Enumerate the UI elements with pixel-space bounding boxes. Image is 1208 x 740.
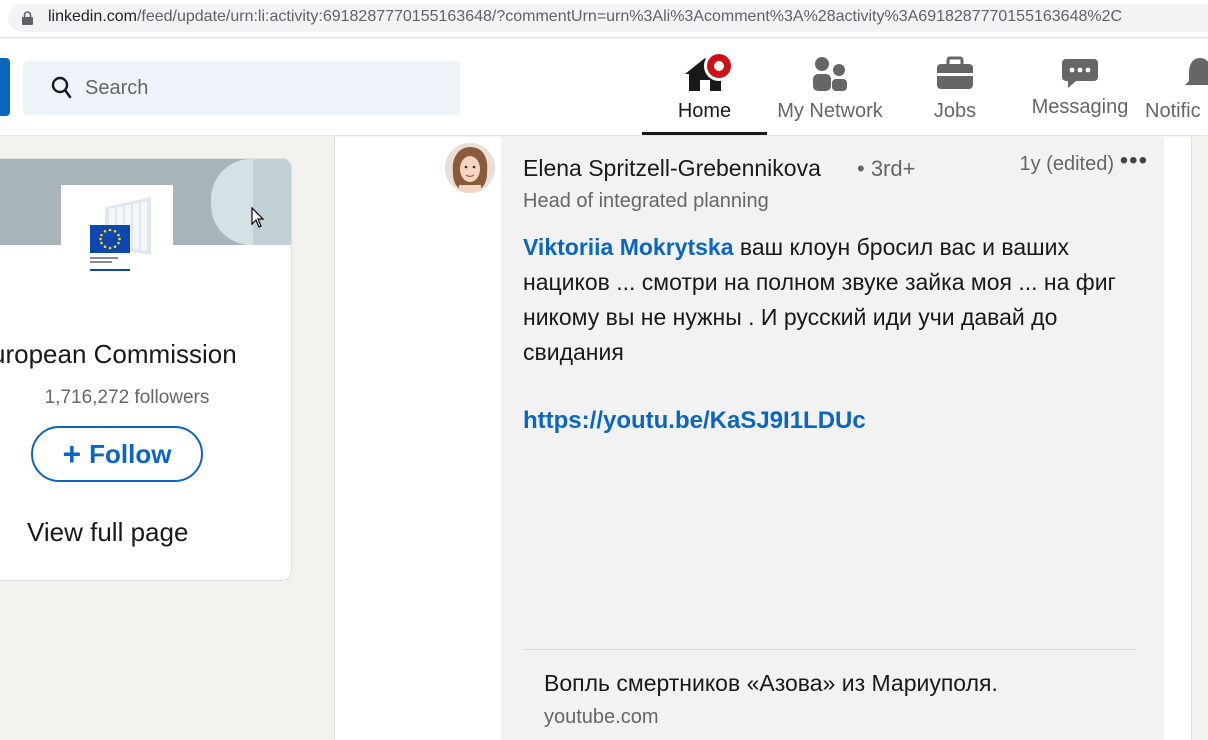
top-navigation: Home My Network Jobs Messaging N <box>0 39 1208 136</box>
follow-button-label: Follow <box>89 438 172 469</box>
follower-count: 1,716,272 followers <box>44 387 210 408</box>
jobs-icon <box>937 56 973 89</box>
comment-timestamp: 1y (edited) <box>1019 153 1115 175</box>
commenter-headline: Head of integrated planning <box>523 190 769 212</box>
commenter-avatar[interactable] <box>445 143 495 193</box>
search-input[interactable] <box>85 73 445 103</box>
plus-icon: + <box>62 436 82 472</box>
nav-notifications-label: Notific <box>1145 100 1201 122</box>
nav-home-label: Home <box>677 100 732 122</box>
organization-name[interactable]: uropean Commission <box>0 339 273 370</box>
nav-notifications[interactable]: Notific <box>1145 49 1208 135</box>
nav-my-network[interactable]: My Network <box>770 49 890 135</box>
nav-jobs[interactable]: Jobs <box>905 49 1005 135</box>
browser-address-bar: linkedin.com/feed/update/urn:li:activity… <box>0 0 1208 38</box>
notification-badge <box>704 51 734 81</box>
search-icon <box>51 76 72 99</box>
connection-degree: • 3rd+ <box>857 156 916 181</box>
search-box[interactable] <box>23 61 460 115</box>
youtube-link[interactable]: https://youtu.be/KaSJ9I1LDUc <box>523 407 866 435</box>
linkedin-logo[interactable] <box>0 58 10 116</box>
link-preview[interactable]: Вопль смертников «Азова» из Мариуполя. y… <box>523 649 1137 740</box>
nav-jobs-label: Jobs <box>933 100 977 122</box>
bell-icon <box>1185 58 1208 85</box>
more-options-icon[interactable]: ••• <box>1120 147 1148 175</box>
preview-title[interactable]: Вопль смертников «Азова» из Мариуполя. <box>544 670 998 697</box>
european-commission-logo[interactable] <box>61 185 173 285</box>
network-icon <box>813 57 847 91</box>
commenter-name[interactable]: Elena Spritzell-Grebennikova <box>523 155 821 182</box>
nav-messaging[interactable]: Messaging <box>1025 49 1135 135</box>
organization-card: uropean Commission 1,716,272 followers +… <box>0 158 292 581</box>
url-text[interactable]: linkedin.com/feed/update/urn:li:activity… <box>48 8 1122 26</box>
messaging-icon <box>1062 59 1098 88</box>
lock-icon <box>22 11 33 25</box>
nav-my-network-label: My Network <box>777 100 883 122</box>
nav-home[interactable]: Home <box>642 49 767 135</box>
view-full-page-link[interactable]: View full page <box>27 517 188 548</box>
mention-link[interactable]: Viktoriia Mokrytska <box>523 234 734 260</box>
comment-text: Viktoriia Mokrytska ваш клоун бросил вас… <box>523 230 1123 370</box>
nav-messaging-label: Messaging <box>1031 96 1129 118</box>
preview-source: youtube.com <box>544 706 659 728</box>
comment-bubble: Elena Spritzell-Grebennikova • 3rd+ 1y (… <box>501 137 1164 740</box>
follow-button[interactable]: + Follow <box>31 426 203 482</box>
mouse-cursor-icon <box>251 207 265 228</box>
